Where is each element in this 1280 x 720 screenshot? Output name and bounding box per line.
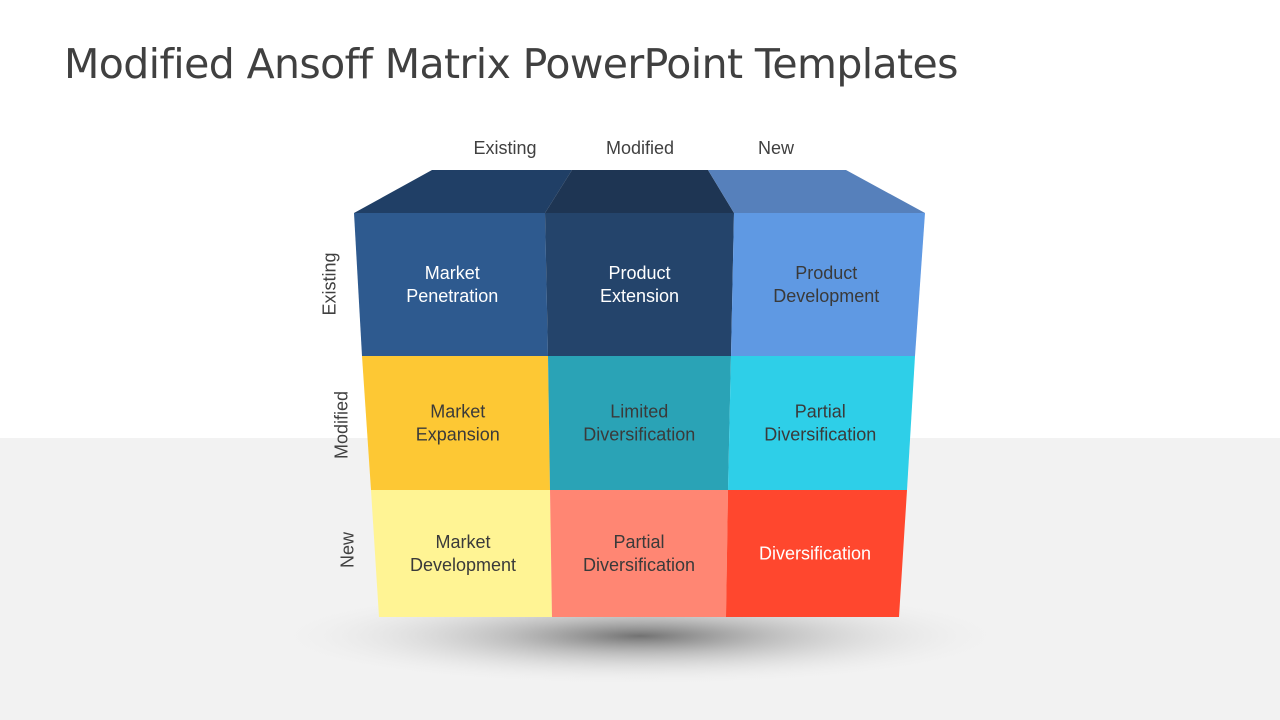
matrix-cell-label-line: Diversification <box>759 544 871 564</box>
matrix-cell-label: Diversification <box>759 544 871 564</box>
matrix-cell-label-line: Market <box>425 263 480 283</box>
matrix-cell-label-line: Market <box>430 402 485 422</box>
matrix-cell-label-line: Development <box>773 286 879 306</box>
matrix-cell-label-line: Product <box>795 263 857 283</box>
top-face-new <box>708 170 925 213</box>
matrix-cell <box>545 213 734 356</box>
matrix-cell-label-line: Product <box>608 263 670 283</box>
matrix-cell-label-line: Partial <box>613 532 664 552</box>
cube-top <box>354 170 925 213</box>
matrix-cell-label-line: Diversification <box>583 425 695 445</box>
matrix-cell-label-line: Partial <box>795 402 846 422</box>
matrix-cell <box>362 356 550 490</box>
matrix-cell-label-line: Extension <box>600 286 679 306</box>
matrix-cell <box>371 490 552 617</box>
top-face-existing <box>354 170 572 213</box>
ansoff-cube: Market Penetration Product Extension Product… <box>270 170 1010 686</box>
matrix-cell-label-line: Penetration <box>406 286 498 306</box>
top-face-modified <box>545 170 734 213</box>
matrix-cell-label-line: Limited <box>610 402 668 422</box>
matrix-cell <box>728 356 915 490</box>
matrix-cell <box>731 213 925 356</box>
matrix-cell-label-line: Development <box>410 555 516 575</box>
matrix-cell-label-line: Expansion <box>416 425 500 445</box>
matrix-cell-label-line: Diversification <box>764 425 876 445</box>
matrix-cell <box>550 490 728 617</box>
matrix-cell-label-line: Diversification <box>583 555 695 575</box>
matrix-cell <box>548 356 731 490</box>
matrix-cell <box>354 213 548 356</box>
matrix-cell-label-line: Market <box>435 532 490 552</box>
cube-front: Market Penetration Product Extension Product… <box>354 213 925 617</box>
